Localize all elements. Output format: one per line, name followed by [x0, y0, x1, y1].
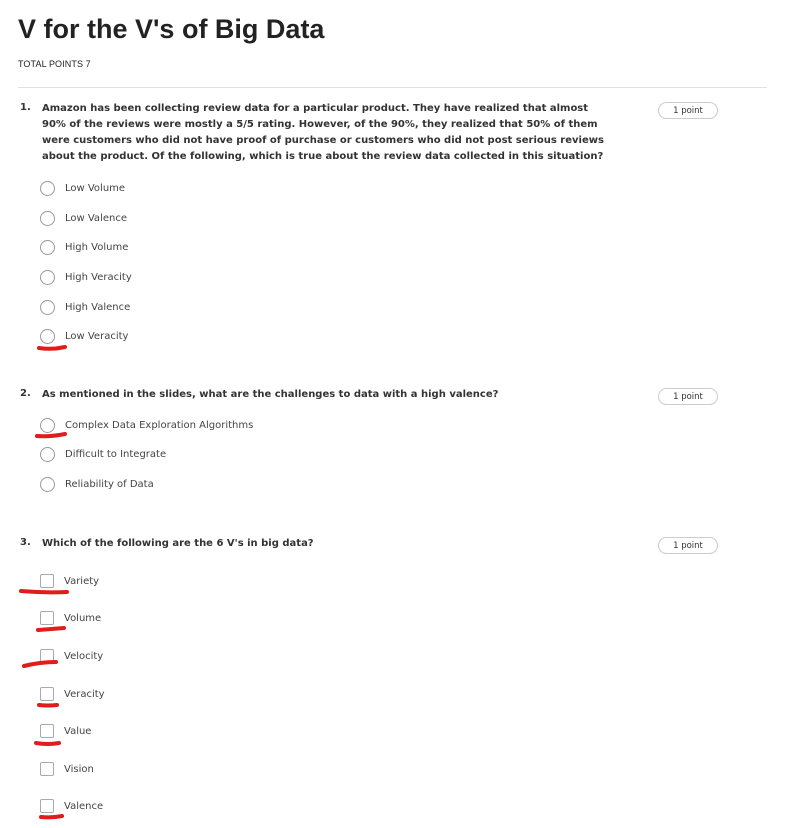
- option-label: Volume: [64, 612, 102, 624]
- radio-button[interactable]: [40, 180, 55, 196]
- option-label: Valence: [64, 800, 104, 812]
- option-label: High Veracity: [65, 271, 132, 283]
- question-text: Amazon has been collecting review data f…: [42, 103, 604, 162]
- radio-option[interactable]: High Veracity: [40, 268, 132, 286]
- annotation-mark: [34, 741, 61, 746]
- radio-button[interactable]: [40, 210, 55, 226]
- question-text: As mentioned in the slides, what are the…: [42, 389, 499, 400]
- option-label: Velocity: [64, 650, 104, 662]
- radio-button[interactable]: [40, 269, 55, 285]
- option-label: High Volume: [65, 241, 129, 253]
- radio-button[interactable]: [40, 417, 55, 433]
- page-title: V for the V's of Big Data: [18, 14, 325, 44]
- checkbox-option[interactable]: Veracity: [40, 685, 105, 703]
- annotation-mark: [35, 432, 67, 439]
- radio-button[interactable]: [40, 476, 55, 492]
- option-label: Low Volume: [65, 182, 126, 194]
- radio-option[interactable]: Low Volume: [40, 179, 125, 197]
- annotation-mark: [19, 589, 69, 595]
- checkbox-option[interactable]: Value: [40, 722, 91, 740]
- option-label: Complex Data Exploration Algorithms: [65, 419, 254, 431]
- checkbox[interactable]: [40, 611, 54, 625]
- points-badge: 1 point: [658, 102, 718, 119]
- checkbox-option[interactable]: Velocity: [40, 647, 103, 665]
- checkbox-option[interactable]: Valence: [40, 797, 103, 815]
- radio-option[interactable]: Difficult to Integrate: [40, 445, 166, 463]
- option-label: Veracity: [64, 688, 105, 700]
- radio-button[interactable]: [40, 328, 55, 344]
- option-label: Low Veracity: [65, 330, 129, 342]
- radio-option[interactable]: High Valence: [40, 298, 130, 316]
- checkbox[interactable]: [40, 762, 54, 776]
- option-label: Vision: [64, 763, 94, 775]
- radio-button[interactable]: [40, 299, 55, 315]
- checkbox[interactable]: [40, 799, 54, 813]
- radio-option[interactable]: Low Valence: [40, 209, 127, 227]
- checkbox[interactable]: [40, 649, 54, 663]
- annotation-mark: [37, 345, 67, 351]
- radio-option[interactable]: Complex Data Exploration Algorithms: [40, 416, 253, 434]
- question-number: 2.: [20, 388, 31, 399]
- radio-option[interactable]: High Volume: [40, 238, 128, 256]
- points-badge: 1 point: [658, 388, 718, 405]
- question-text: Which of the following are the 6 V's in …: [42, 538, 314, 549]
- checkbox-option[interactable]: Variety: [40, 572, 99, 590]
- option-label: Difficult to Integrate: [65, 448, 167, 460]
- checkbox-option[interactable]: Vision: [40, 760, 94, 778]
- checkbox[interactable]: [40, 574, 54, 588]
- question-number: 1.: [20, 102, 31, 113]
- radio-button[interactable]: [40, 446, 55, 462]
- divider: [18, 87, 767, 88]
- annotation-mark: [36, 626, 66, 632]
- annotation-mark: [39, 814, 64, 820]
- checkbox[interactable]: [40, 687, 54, 701]
- radio-option[interactable]: Reliability of Data: [40, 475, 154, 493]
- checkbox[interactable]: [40, 724, 54, 738]
- total-points: TOTAL POINTS 7: [18, 59, 91, 69]
- annotation-mark: [37, 703, 59, 708]
- option-label: Low Valence: [65, 212, 127, 224]
- option-label: Reliability of Data: [65, 478, 154, 490]
- checkbox-option[interactable]: Volume: [40, 609, 101, 627]
- points-badge: 1 point: [658, 537, 718, 554]
- option-label: Variety: [64, 575, 100, 587]
- radio-button[interactable]: [40, 239, 55, 255]
- radio-option[interactable]: Low Veracity: [40, 327, 128, 345]
- question-number: 3.: [20, 537, 31, 548]
- option-label: Value: [64, 725, 92, 737]
- option-label: High Valence: [65, 301, 131, 313]
